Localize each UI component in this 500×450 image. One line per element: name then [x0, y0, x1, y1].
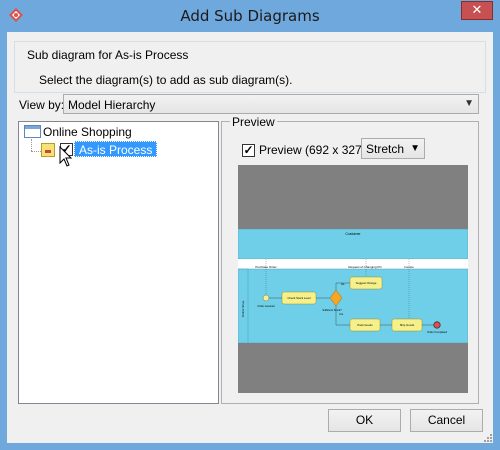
chevron-down-icon: ▼ [464, 98, 474, 109]
cancel-button[interactable]: Cancel [410, 409, 483, 432]
preview-canvas: Customer Purchase Order Request of Chang… [238, 165, 468, 393]
resize-grip-icon[interactable] [483, 433, 493, 443]
group-legend: Sub diagram for As-is Process [27, 48, 189, 62]
gateway-no: No [341, 282, 345, 286]
instruction-text: Select the diagram(s) to add as sub diag… [39, 73, 293, 87]
preview-group: Preview ✓ Preview (692 x 327) Stretch ▼ … [221, 115, 479, 404]
mouse-cursor-icon [59, 146, 73, 167]
diagram-thumbnail: Customer Purchase Order Request of Chang… [238, 229, 468, 343]
close-button[interactable]: ✕ [461, 1, 493, 20]
dialog-body: Sub diagram for As-is Process Select the… [7, 32, 493, 443]
preview-legend: Preview [230, 115, 277, 129]
tree-item-as-is-process[interactable]: As-is Process [74, 141, 158, 157]
msg-request-change: Request of Changing PO [348, 265, 382, 269]
title-bar[interactable]: Add Sub Diagrams ✕ [0, 0, 500, 32]
dialog-window: Add Sub Diagrams ✕ Sub diagram for As-is… [0, 0, 500, 450]
model-icon [24, 125, 41, 138]
close-icon: ✕ [471, 3, 483, 18]
end-label: Order Completed [427, 330, 447, 334]
sub-diagram-group: Sub diagram for As-is Process Select the… [14, 41, 486, 93]
view-by-select[interactable]: Model Hierarchy ▼ [63, 94, 479, 114]
chevron-down-icon: ▼ [410, 143, 420, 154]
customer-lane-title: Customer [345, 232, 361, 236]
pack-goods-label: Pack Goods [357, 323, 373, 327]
preview-mode-value: Stretch [366, 142, 405, 156]
ship-goods-label: Ship Goods [400, 323, 415, 327]
view-by-value: Model Hierarchy [68, 98, 156, 112]
gateway-label: Sufficient Stock? [322, 308, 342, 312]
tree-connector [31, 139, 32, 151]
preview-checkbox[interactable]: ✓ [242, 144, 255, 157]
start-label: Order received [257, 304, 275, 308]
diagram-tree[interactable]: Online Shopping ✓ As-is Process [18, 121, 219, 404]
ok-button[interactable]: OK [328, 409, 401, 432]
tree-connector [31, 151, 41, 152]
business-process-diagram-icon [41, 143, 55, 157]
start-event [262, 294, 270, 302]
end-event [433, 321, 441, 329]
check-stock-label: Check Stock Level [287, 296, 311, 300]
preview-checkbox-label[interactable]: Preview (692 x 327) [259, 143, 366, 157]
msg-invoice: Invoice [404, 265, 414, 269]
preview-mode-select[interactable]: Stretch ▼ [361, 138, 425, 159]
suggest-change-label: Suggest Change [356, 281, 377, 285]
window-title: Add Sub Diagrams [180, 7, 320, 25]
gateway-yes: Yes [339, 312, 344, 316]
tree-root-label: Online Shopping [43, 125, 132, 139]
pool-label: Online Shop [241, 300, 245, 317]
view-by-label: View by: [19, 98, 65, 112]
